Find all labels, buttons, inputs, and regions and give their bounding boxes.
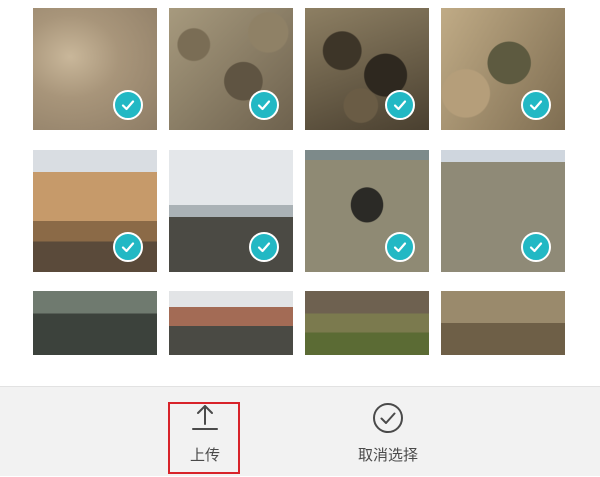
photo-grid: [0, 0, 600, 386]
photo-thumbnail[interactable]: [33, 291, 157, 355]
photo-image: [305, 291, 429, 355]
selected-check-icon[interactable]: [385, 90, 415, 120]
photo-thumbnail[interactable]: [169, 291, 293, 355]
selected-check-icon[interactable]: [249, 232, 279, 262]
selected-check-icon[interactable]: [521, 90, 551, 120]
cancel-selection-button[interactable]: 取消选择: [340, 387, 436, 477]
photo-thumbnail[interactable]: [305, 150, 429, 272]
selected-check-icon[interactable]: [521, 232, 551, 262]
photo-thumbnail[interactable]: [441, 291, 565, 355]
selected-check-icon[interactable]: [113, 90, 143, 120]
upload-highlight-frame: [168, 402, 240, 474]
photo-image: [169, 291, 293, 355]
selected-check-icon[interactable]: [249, 90, 279, 120]
photo-thumbnail[interactable]: [441, 150, 565, 272]
check-circle-icon: [373, 403, 403, 433]
selected-check-icon[interactable]: [385, 232, 415, 262]
photo-image: [441, 291, 565, 355]
photo-thumbnail[interactable]: [33, 150, 157, 272]
photo-thumbnail[interactable]: [169, 150, 293, 272]
photo-thumbnail[interactable]: [441, 8, 565, 130]
photo-thumbnail[interactable]: [169, 8, 293, 130]
photo-thumbnail[interactable]: [305, 8, 429, 130]
photo-image: [33, 291, 157, 355]
photo-thumbnail[interactable]: [305, 291, 429, 355]
bottom-action-bar: 上传 取消选择: [0, 386, 600, 476]
photo-thumbnail[interactable]: [33, 8, 157, 130]
selected-check-icon[interactable]: [113, 232, 143, 262]
cancel-selection-label: 取消选择: [357, 446, 418, 464]
